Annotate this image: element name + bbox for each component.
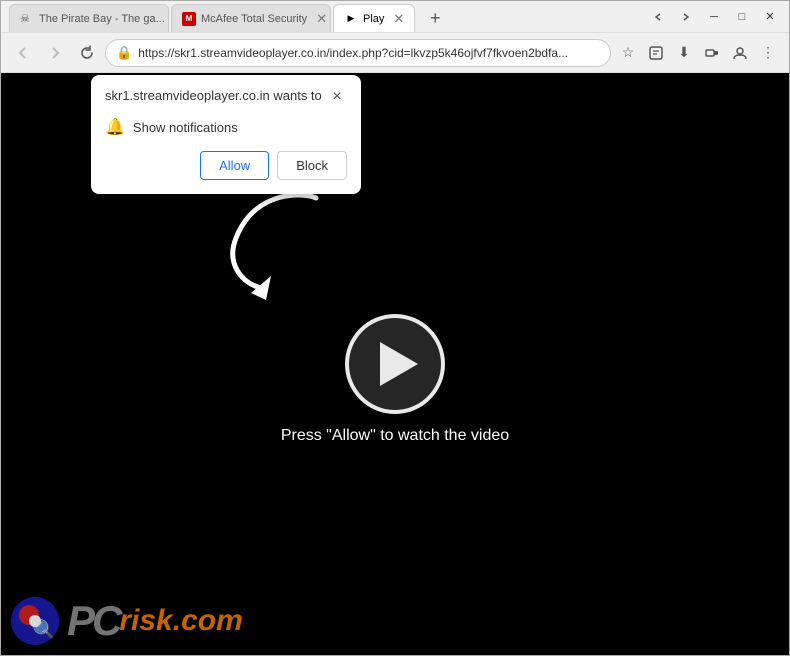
piratebay-favicon: ☠ xyxy=(20,12,34,26)
menu-button[interactable]: ⋮ xyxy=(755,40,781,66)
popup-title: skr1.streamvideoplayer.co.in wants to xyxy=(105,87,327,105)
permission-text: Show notifications xyxy=(133,120,238,135)
popup-actions: Allow Block xyxy=(105,151,347,180)
tab-play-close[interactable]: ✕ xyxy=(393,11,404,27)
bell-icon: 🔔 xyxy=(105,117,125,137)
pcrisk-text: PC risk.com xyxy=(67,600,243,642)
browser-window: ☠ The Pirate Bay - The ga... ✕ M McAfee … xyxy=(0,0,790,656)
forward-button[interactable] xyxy=(41,39,69,67)
arrow-pointer-icon xyxy=(216,178,346,308)
extensions-button[interactable] xyxy=(699,40,725,66)
pcrisk-watermark: 🔍 PC risk.com xyxy=(11,597,243,645)
play-triangle xyxy=(380,342,418,386)
close-button[interactable]: ✕ xyxy=(759,6,781,28)
popup-header: skr1.streamvideoplayer.co.in wants to × xyxy=(105,87,347,107)
tab-piratebay[interactable]: ☠ The Pirate Bay - The ga... ✕ xyxy=(9,4,169,32)
minimize-button[interactable]: ─ xyxy=(703,6,725,28)
collection-button[interactable] xyxy=(643,40,669,66)
press-allow-text: Press "Allow" to watch the video xyxy=(281,427,509,445)
notification-popup: skr1.streamvideoplayer.co.in wants to × … xyxy=(91,75,361,194)
new-tab-button[interactable]: + xyxy=(421,4,449,32)
tab-mcafee[interactable]: M McAfee Total Security ✕ xyxy=(171,4,331,32)
pcrisk-logo-icon: 🔍 xyxy=(11,597,59,645)
title-bar: ☠ The Pirate Bay - The ga... ✕ M McAfee … xyxy=(1,1,789,33)
tab-scroll-left[interactable] xyxy=(647,6,669,28)
tab-play[interactable]: ▶ Play ✕ xyxy=(333,4,415,32)
star-button[interactable]: ☆ xyxy=(615,40,641,66)
download-button[interactable]: ⬇ xyxy=(671,40,697,66)
popup-permission-row: 🔔 Show notifications xyxy=(105,117,347,137)
pcrisk-pc-text: PC xyxy=(67,600,119,642)
address-text: https://skr1.streamvideoplayer.co.in/ind… xyxy=(138,46,600,60)
block-button[interactable]: Block xyxy=(277,151,347,180)
tab-play-label: Play xyxy=(363,13,384,25)
back-button[interactable] xyxy=(9,39,37,67)
tab-mcafee-close[interactable]: ✕ xyxy=(316,11,327,27)
tab-scroll-right[interactable] xyxy=(675,6,697,28)
window-controls: ─ □ ✕ xyxy=(647,6,781,28)
nav-actions: ☆ ⬇ ⋮ xyxy=(615,40,781,66)
play-button-icon[interactable] xyxy=(345,314,445,414)
pcrisk-risk-text: risk.com xyxy=(119,604,242,638)
account-button[interactable] xyxy=(727,40,753,66)
browser-content: skr1.streamvideoplayer.co.in wants to × … xyxy=(1,73,789,655)
tab-piratebay-label: The Pirate Bay - The ga... xyxy=(39,13,165,25)
allow-button[interactable]: Allow xyxy=(200,151,269,180)
address-bar[interactable]: 🔒 https://skr1.streamvideoplayer.co.in/i… xyxy=(105,39,611,67)
refresh-button[interactable] xyxy=(73,39,101,67)
tab-mcafee-label: McAfee Total Security xyxy=(201,13,307,25)
maximize-button[interactable]: □ xyxy=(731,6,753,28)
play-favicon: ▶ xyxy=(344,12,358,26)
navigation-bar: 🔒 https://skr1.streamvideoplayer.co.in/i… xyxy=(1,33,789,73)
lock-icon: 🔒 xyxy=(116,45,132,61)
tab-list: ☠ The Pirate Bay - The ga... ✕ M McAfee … xyxy=(9,1,639,32)
popup-close-button[interactable]: × xyxy=(327,87,347,107)
mcafee-favicon: M xyxy=(182,12,196,26)
